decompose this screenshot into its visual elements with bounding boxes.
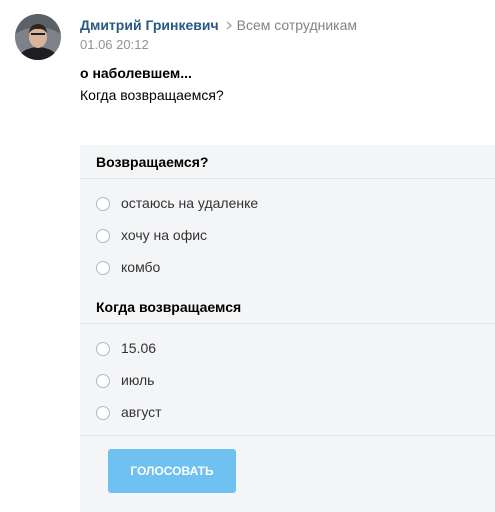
chevron-right-icon: [226, 17, 232, 34]
poll-question-title: Возвращаемся?: [96, 154, 209, 170]
radio-circle-icon[interactable]: [96, 261, 110, 275]
user-avatar: [15, 14, 61, 60]
divider: [80, 178, 495, 179]
radio-circle-icon[interactable]: [96, 406, 110, 420]
vote-button[interactable]: ГОЛОСОВАТЬ: [108, 449, 236, 493]
avatar[interactable]: [15, 14, 61, 60]
radio-circle-icon[interactable]: [96, 229, 110, 243]
post-text: Когда возвращаемся?: [80, 87, 224, 103]
poll-option[interactable]: хочу на офис: [96, 223, 479, 249]
poll: Возвращаемся? остаюсь на удаленке хочу н…: [80, 145, 495, 512]
post-title: о наболевшем...: [80, 65, 192, 81]
poll-option-label: остаюсь на удаленке: [121, 195, 259, 211]
post-header: Дмитрий Гринкевич Всем сотрудникам: [80, 17, 357, 36]
poll-option-label: хочу на офис: [121, 227, 208, 243]
poll-option-label: август: [121, 404, 162, 420]
poll-question-title: Когда возвращаемся: [96, 299, 242, 315]
post-date[interactable]: 01.06 20:12: [80, 37, 149, 53]
radio-circle-icon[interactable]: [96, 197, 110, 211]
divider: [80, 435, 495, 436]
poll-option[interactable]: июль: [96, 368, 479, 394]
poll-option[interactable]: остаюсь на удаленке: [96, 191, 479, 217]
poll-option[interactable]: 15.06: [96, 336, 479, 362]
poll-option[interactable]: август: [96, 400, 479, 426]
poll-option-label: комбо: [121, 259, 161, 275]
poll-option-label: 15.06: [121, 340, 157, 356]
divider: [80, 323, 495, 324]
poll-option[interactable]: комбо: [96, 255, 479, 281]
author-name-link[interactable]: Дмитрий Гринкевич: [80, 17, 219, 33]
audience-label[interactable]: Всем сотрудникам: [237, 17, 357, 33]
radio-circle-icon[interactable]: [96, 342, 110, 356]
poll-option-label: июль: [121, 372, 155, 388]
radio-circle-icon[interactable]: [96, 374, 110, 388]
